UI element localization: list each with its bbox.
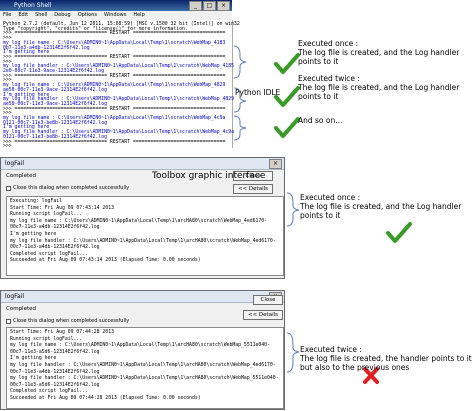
dialog1-title: logFail — [5, 160, 25, 167]
note-and-so-on: And so on... — [298, 116, 343, 125]
brace-once — [233, 45, 247, 79]
log-line: my log file handler : C:\Users\ADMIN0~1\… — [10, 238, 276, 244]
log-line: 00c7-11e3-a4db-12314E2f6f42.log — [10, 225, 100, 231]
brace-more — [233, 115, 247, 141]
check-icon-once — [274, 53, 300, 74]
dialog2-details-button[interactable]: << Details — [243, 310, 283, 320]
log-line: Executing: logFail — [10, 199, 62, 204]
note-tb-twice-2: but also to the previous ones — [300, 363, 410, 372]
dialog1-checkbox[interactable] — [6, 186, 11, 191]
dialog1-details-button[interactable]: << Details — [233, 184, 273, 194]
log-line: Completed script logFail... — [10, 251, 88, 257]
log-line: my log file name : C:\Users\ADMIN0~1\App… — [10, 343, 270, 349]
log-line: my log file handler : C:\Users\ADMIN0~1\… — [10, 376, 279, 382]
note-once-detail-2: points to it — [298, 57, 339, 66]
log-line: Running script logFail... — [10, 336, 83, 342]
log-line: 00c7-11e3-a5d6-12314E2f6f42.log — [10, 382, 100, 388]
log-line: my log file handler : C:\Users\ADMIN0~1\… — [10, 363, 276, 368]
brace-dialog2 — [286, 332, 300, 373]
dialog1-status: Completed — [6, 173, 36, 179]
log-line: Completed script logFail... — [10, 389, 88, 395]
dialog1-titlebar: logFail — [1, 158, 284, 170]
log-line: my log file name : C:\Users\ADMIN0~1\App… — [10, 218, 268, 224]
dialog1-close-icon[interactable]: × — [269, 159, 282, 169]
log-line: Succeeded at Fri Aug 09 07:43:14 2013 (E… — [10, 258, 201, 264]
log-line: 00c7-11e3-a4db-12314E2f6f42.log — [10, 245, 100, 251]
log-line: 00c7-11e3-a4db-12314E2f6f42.log — [10, 369, 100, 375]
dialog1-log-output[interactable]: Executing: logFail Start Time: Fri Aug 09… — [6, 196, 284, 276]
dialog2-status: Completed — [6, 306, 36, 312]
check-icon-dialog1 — [386, 222, 412, 243]
log-line: 00c7-11e3-a5d6-12314E2f6f42.log — [10, 349, 100, 355]
log-line: I'm getting here — [10, 232, 57, 237]
dialog2-titlebar: logFail — [1, 291, 284, 303]
dialog2-checkbox-label: Close this dialog when completed success… — [13, 318, 130, 324]
dialog2-close-button[interactable]: Close — [253, 295, 283, 305]
dialog2-log-output[interactable]: Start Time: Fri Aug 09 07:44:28 2013 Runn… — [6, 327, 284, 409]
log-line: Start Time: Fri Aug 09 07:43:14 2013 — [10, 205, 114, 211]
note-tb-once-2: points to it — [300, 211, 341, 220]
toolbox-dialog-2: logFail × Completed Close << Details Clo… — [0, 290, 285, 410]
log-line: Running script logFail... — [10, 212, 83, 218]
dialog2-title: logFail — [5, 293, 25, 300]
brace-dialog1 — [286, 192, 300, 227]
log-line: Start Time: Fri Aug 09 07:44:28 2013 — [10, 330, 114, 335]
check-icon-more — [274, 117, 300, 138]
note-toolbox-label: Toolbox graphic interface — [152, 171, 266, 181]
log-line: Succeeded at Fri Aug 09 07:44:28 2013 (E… — [10, 396, 201, 401]
log-line: I'm getting here — [10, 356, 57, 362]
note-python-idle: Python IDLE — [235, 88, 281, 97]
note-twice-detail-2: points to it — [298, 92, 339, 101]
dialog1-checkbox-label: Close this dialog when completed success… — [13, 185, 130, 191]
dialog2-checkbox[interactable] — [6, 319, 11, 324]
